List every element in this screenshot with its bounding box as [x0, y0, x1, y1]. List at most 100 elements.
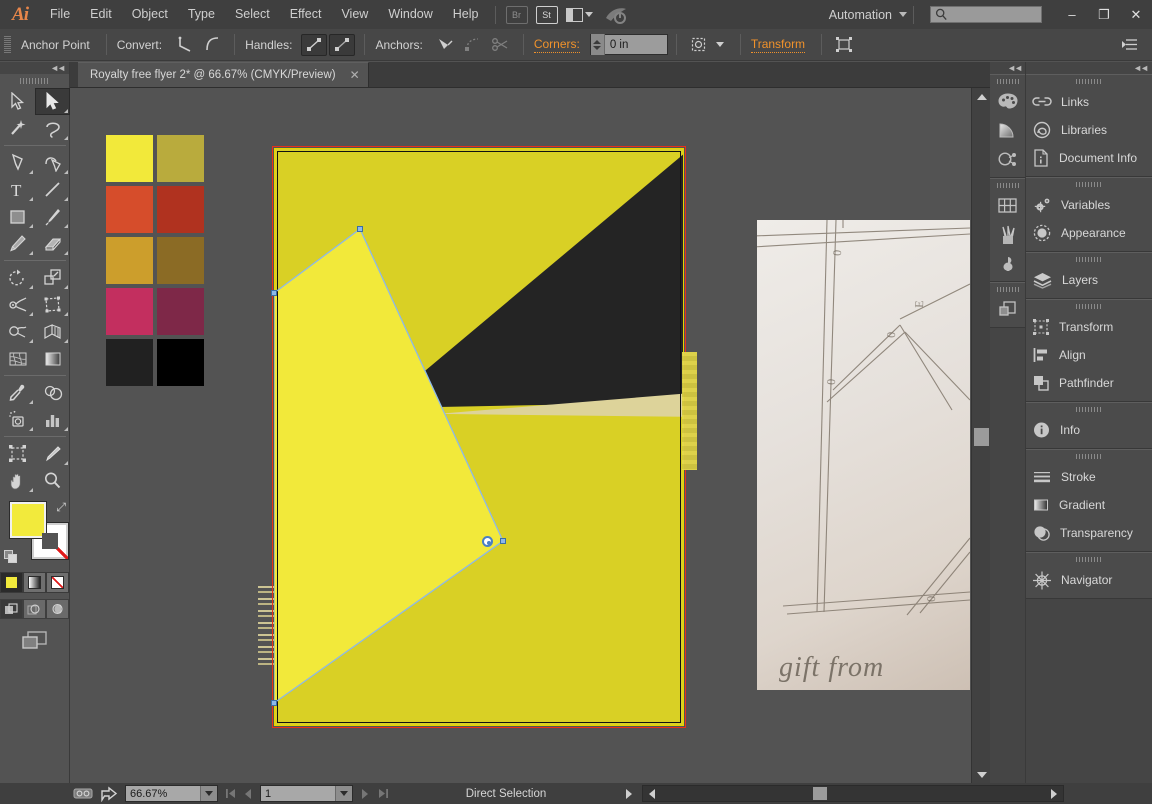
menu-select[interactable]: Select: [225, 0, 280, 29]
panel-transparency[interactable]: Transparency: [1026, 519, 1152, 547]
swatch-bronze[interactable]: [157, 237, 204, 284]
minimize-button[interactable]: –: [1056, 0, 1088, 29]
restore-button[interactable]: ❐: [1088, 0, 1120, 29]
shape-builder-tool[interactable]: [0, 318, 35, 345]
scroll-down-button[interactable]: [972, 766, 991, 783]
panels-collapse-button[interactable]: ◄◄: [1026, 62, 1152, 74]
free-transform-tool[interactable]: [35, 291, 70, 318]
tools-panel-grip[interactable]: [0, 74, 69, 88]
close-icon[interactable]: ✕: [350, 68, 360, 82]
menu-object[interactable]: Object: [122, 0, 178, 29]
path-anchor-point[interactable]: [357, 226, 363, 232]
rectangle-tool[interactable]: [0, 203, 35, 230]
last-artboard-button[interactable]: [374, 783, 392, 804]
automation-menu[interactable]: Automation: [829, 5, 1048, 24]
width-tool[interactable]: [0, 291, 35, 318]
menu-window[interactable]: Window: [378, 0, 442, 29]
scroll-right-button[interactable]: [1045, 783, 1063, 804]
path-anchor-point[interactable]: [271, 700, 277, 706]
eraser-tool[interactable]: [35, 230, 70, 257]
isolate-selected-icon[interactable]: [686, 34, 712, 56]
panel-gradient[interactable]: Gradient: [1026, 491, 1152, 519]
vertical-scroll-thumb[interactable]: [974, 428, 989, 446]
pencil-tool[interactable]: [0, 230, 35, 257]
panel-group-grip[interactable]: [1026, 253, 1152, 266]
screen-mode-toggle[interactable]: [20, 629, 50, 651]
pen-tool[interactable]: [0, 149, 35, 176]
curvature-tool[interactable]: [35, 149, 70, 176]
panel-libraries[interactable]: Libraries: [1026, 116, 1152, 144]
artboard-dropdown-button[interactable]: [335, 786, 352, 801]
first-artboard-button[interactable]: [221, 783, 239, 804]
artboard[interactable]: [271, 146, 686, 728]
color-swatch-mode[interactable]: [0, 572, 23, 593]
rail-collapse-button[interactable]: ◄◄: [990, 62, 1025, 74]
lasso-tool[interactable]: [35, 115, 70, 142]
zoom-dropdown-button[interactable]: [200, 786, 217, 801]
artboard-number-field[interactable]: [260, 785, 353, 802]
artboard-number-input[interactable]: [261, 786, 335, 801]
panel-options-menu-icon[interactable]: [1117, 34, 1143, 56]
scroll-up-button[interactable]: [972, 88, 991, 105]
default-fill-stroke-icon[interactable]: [4, 550, 18, 564]
previous-artboard-button[interactable]: [239, 783, 257, 804]
column-graph-tool[interactable]: [35, 406, 70, 433]
panel-group-grip[interactable]: [1026, 178, 1152, 191]
brushes-panel-icon[interactable]: [990, 220, 1025, 249]
panel-stroke[interactable]: Stroke: [1026, 463, 1152, 491]
panel-navigator[interactable]: Navigator: [1026, 566, 1152, 594]
menu-type[interactable]: Type: [178, 0, 225, 29]
sync-settings-icon[interactable]: [603, 5, 629, 25]
panel-pathfinder[interactable]: Pathfinder: [1026, 369, 1152, 397]
menu-view[interactable]: View: [331, 0, 378, 29]
zoom-level-field[interactable]: [125, 785, 218, 802]
panel-layers[interactable]: Layers: [1026, 266, 1152, 294]
show-handles-icon[interactable]: [301, 33, 328, 56]
panel-links[interactable]: Links: [1026, 88, 1152, 116]
symbols-panel-icon[interactable]: [990, 191, 1025, 220]
draw-normal-button[interactable]: [0, 599, 23, 619]
rail-group-grip[interactable]: [990, 75, 1025, 87]
arrange-documents-button[interactable]: [565, 7, 593, 22]
fill-swatch[interactable]: [10, 502, 46, 538]
rail-group-grip[interactable]: [990, 179, 1025, 191]
swatch-orange[interactable]: [106, 186, 153, 233]
direct-selection-tool[interactable]: [35, 88, 70, 115]
swatch-yellow-olive[interactable]: [157, 135, 204, 182]
corners-stepper[interactable]: [589, 34, 668, 55]
zoom-tool[interactable]: [35, 467, 70, 494]
menu-edit[interactable]: Edit: [80, 0, 122, 29]
path-anchor-point[interactable]: [500, 538, 506, 544]
horizontal-scroll-thumb[interactable]: [813, 787, 827, 800]
path-anchor-point[interactable]: [271, 290, 277, 296]
draw-behind-button[interactable]: [23, 599, 46, 619]
selection-tool[interactable]: [0, 88, 35, 115]
swatch-plum[interactable]: [157, 288, 204, 335]
menu-effect[interactable]: Effect: [280, 0, 332, 29]
status-expand-button[interactable]: [620, 783, 638, 804]
panel-transform[interactable]: Transform: [1026, 313, 1152, 341]
perspective-grid-tool[interactable]: [35, 318, 70, 345]
hand-tool[interactable]: [0, 467, 35, 494]
canvas-area[interactable]: 0 0 E 0 0 gift from: [70, 88, 990, 783]
bridge-icon[interactable]: Br: [505, 5, 528, 24]
hide-handles-icon[interactable]: [329, 33, 356, 56]
swatch-black[interactable]: [157, 339, 204, 386]
mesh-tool[interactable]: [0, 345, 35, 372]
corners-value-input[interactable]: [604, 35, 667, 54]
panel-group-grip[interactable]: [1026, 403, 1152, 416]
share-icon[interactable]: [96, 783, 122, 804]
sketch-photo[interactable]: 0 0 E 0 0 gift from: [757, 220, 970, 690]
chevron-down-icon[interactable]: [715, 42, 724, 47]
panel-document-info[interactable]: Document Info: [1026, 144, 1152, 172]
convert-to-corner-icon[interactable]: [171, 34, 197, 56]
line-segment-tool[interactable]: [35, 176, 70, 203]
graphic-styles-icon[interactable]: [990, 249, 1025, 278]
convert-to-smooth-icon[interactable]: [199, 34, 225, 56]
symbol-sprayer-tool[interactable]: [0, 406, 35, 433]
close-button[interactable]: ✕: [1120, 0, 1152, 29]
control-bar-grip[interactable]: [4, 35, 11, 54]
swap-fill-stroke-icon[interactable]: ⤢: [56, 500, 66, 515]
swatch-yellow-light[interactable]: [106, 135, 153, 182]
swatch-red[interactable]: [157, 186, 204, 233]
